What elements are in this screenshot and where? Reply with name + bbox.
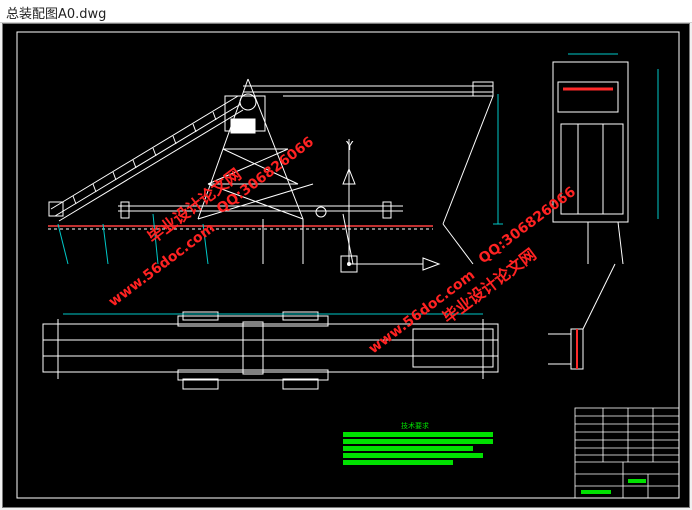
detail-view [548, 263, 616, 370]
drawing-viewport[interactable]: Y 技术要求 www.56doc.com QQ:306826066 毕业设计论文… [2, 23, 690, 508]
dimension-lines [57, 94, 503, 265]
cad-drawing: Y 技术要求 www.56doc.com QQ:306826066 毕业设计论文… [16, 31, 680, 499]
technical-notes [343, 432, 493, 465]
title-bar: 总装配图A0.dwg [0, 0, 692, 23]
notes-heading: 技术要求 [401, 421, 429, 430]
app-window: 总装配图A0.dwg Y 技术要求 www.56doc.com QQ:30682… [0, 0, 692, 510]
window-title: 总装配图A0.dwg [6, 7, 107, 22]
plan-view [42, 311, 499, 390]
ucs-y-label: Y [345, 139, 354, 153]
title-block [574, 407, 680, 499]
end-view [552, 53, 659, 265]
